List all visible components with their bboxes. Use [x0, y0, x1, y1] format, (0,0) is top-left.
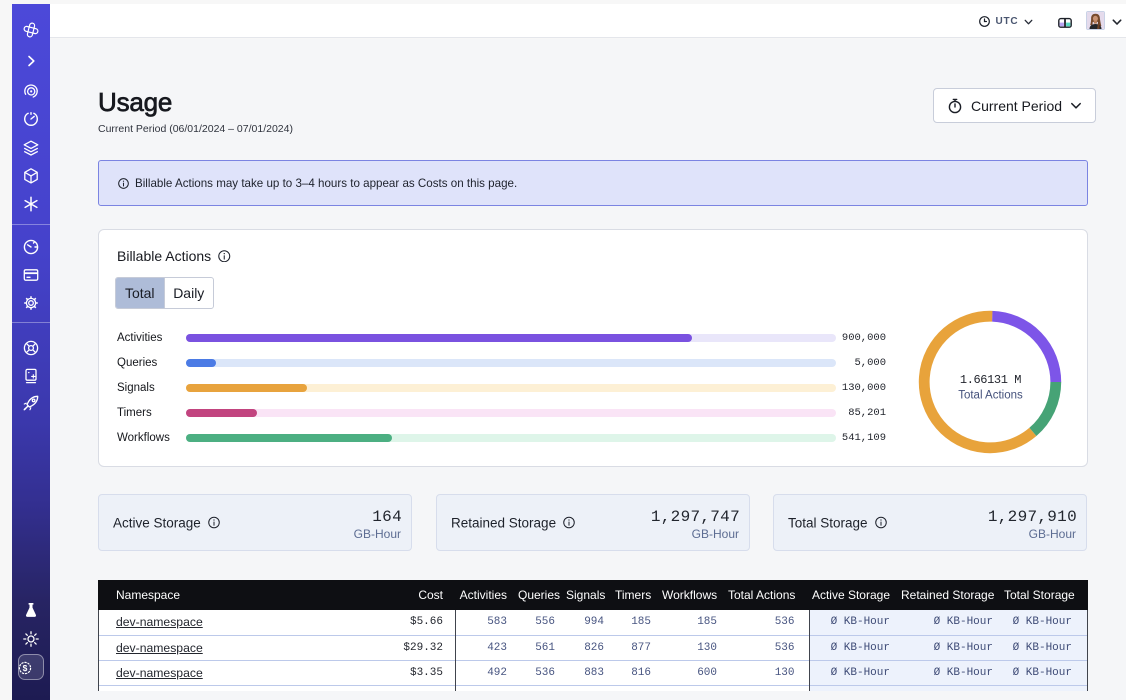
svg-text:Total Actions: Total Actions	[958, 390, 1023, 402]
svg-text:$: $	[22, 663, 27, 673]
svg-text:1.66131 M: 1.66131 M	[960, 373, 1021, 387]
